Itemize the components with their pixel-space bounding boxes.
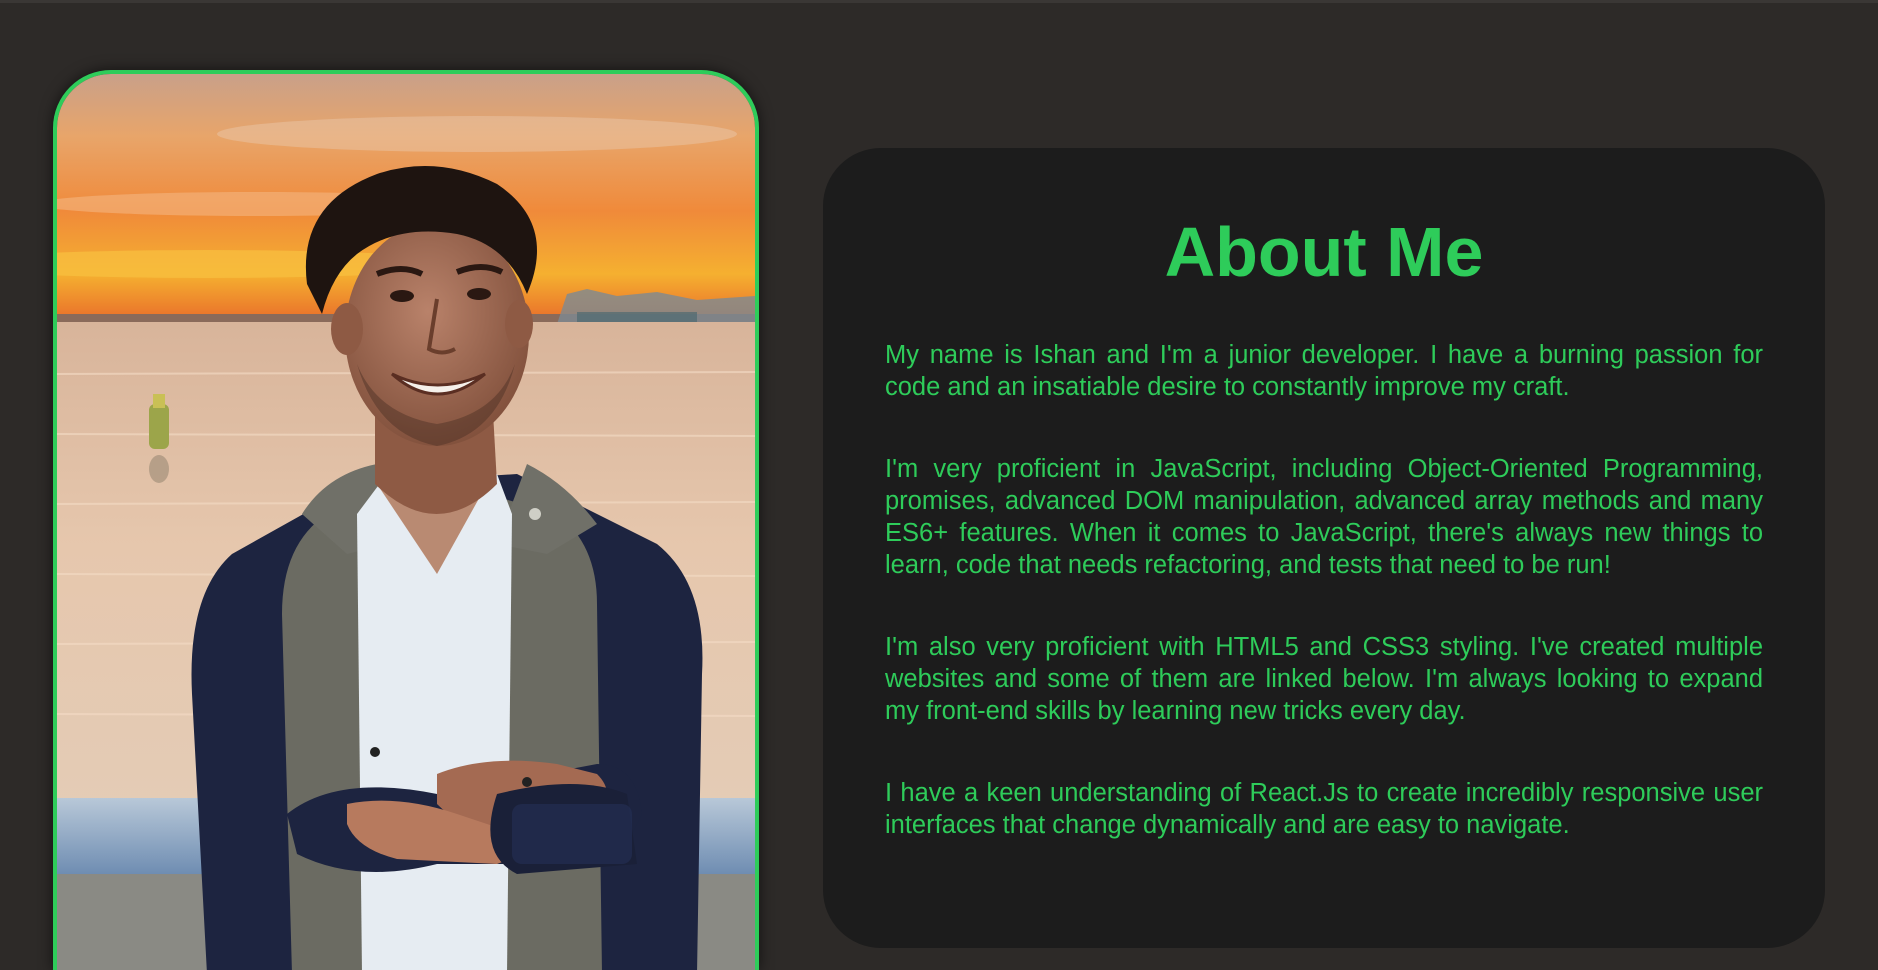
about-paragraph-html-css: I'm also very proficient with HTML5 and … bbox=[885, 633, 1763, 725]
about-me-card: About Me My name is Ishan and I'm a juni… bbox=[823, 148, 1825, 948]
about-me-title: About Me bbox=[1164, 213, 1484, 291]
about-paragraph-javascript: I'm very proficient in JavaScript, inclu… bbox=[885, 455, 1763, 579]
about-paragraph-react: I have a keen understanding of React.Js … bbox=[885, 779, 1763, 839]
profile-photo-frame bbox=[53, 70, 759, 970]
about-paragraph-intro: My name is Ishan and I'm a junior develo… bbox=[885, 341, 1763, 401]
profile-photo bbox=[57, 74, 755, 970]
top-divider bbox=[0, 0, 1878, 3]
